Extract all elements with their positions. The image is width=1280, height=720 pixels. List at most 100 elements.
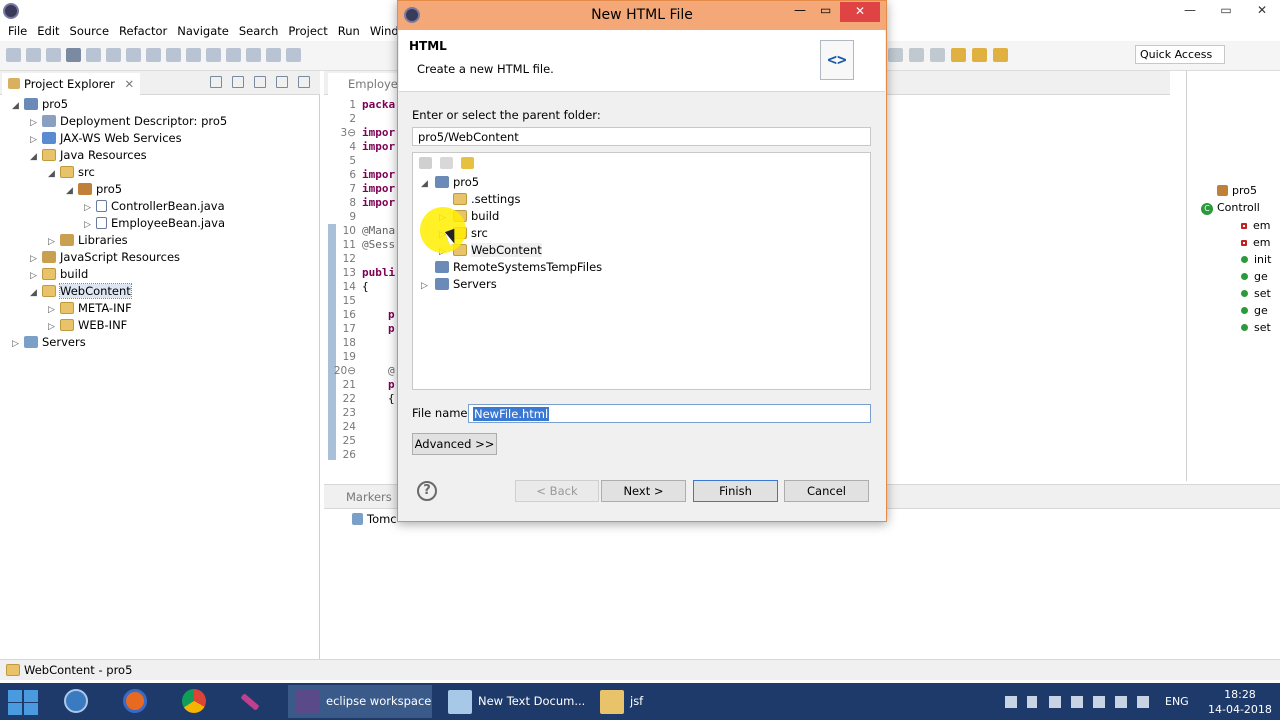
project-explorer-tab[interactable]: Project Explorer ✕ [2,73,141,95]
collapse-all-icon[interactable] [210,76,222,88]
tree-item-controllerbean[interactable]: ▷ ControllerBean.java [84,198,225,215]
link-editor-icon[interactable] [232,76,244,88]
dialog-title-bar[interactable]: New HTML File — ▭ ✕ [398,1,886,30]
language-indicator[interactable]: ENG [1165,695,1189,708]
menu-refactor[interactable]: Refactor [115,22,173,41]
expanded-twisty-icon[interactable]: ◢ [30,285,42,302]
tree-item-src[interactable]: ◢ src [48,164,95,181]
next-annotation-icon[interactable] [930,48,945,62]
home-icon[interactable] [419,157,432,169]
step-into-icon[interactable] [186,48,201,62]
network-icon[interactable] [1049,696,1061,708]
outline-item-class[interactable]: C Controll [1201,201,1260,215]
resume-icon[interactable] [126,48,141,62]
close-button[interactable]: ✕ [1244,0,1280,22]
file-name-input[interactable]: NewFile.html [468,404,871,423]
menu-project[interactable]: Project [284,22,333,41]
menu-edit[interactable]: Edit [33,22,65,41]
taskbar-pin-screenshot[interactable] [56,685,96,718]
view-menu-icon[interactable] [254,76,266,88]
save-all-icon[interactable] [46,48,61,62]
finish-button[interactable]: Finish [693,480,778,502]
outline-item-field[interactable]: em [1241,219,1270,232]
pin-icon[interactable] [909,48,924,62]
quick-access-field[interactable]: Quick Access [1135,45,1225,64]
back-icon[interactable] [972,48,987,62]
next-button[interactable]: Next > [601,480,686,502]
new-icon[interactable] [6,48,21,62]
minimize-button[interactable]: — [1172,0,1208,22]
collapsed-twisty-icon[interactable]: ▷ [421,278,435,295]
menu-source[interactable]: Source [66,22,116,41]
expanded-twisty-icon[interactable]: ◢ [66,183,78,200]
outline-item-method[interactable]: set [1241,287,1271,300]
dialog-close-button[interactable]: ✕ [840,2,880,22]
expanded-twisty-icon[interactable]: ◢ [48,166,60,183]
menu-file[interactable]: File [4,22,33,41]
tree-item-servers[interactable]: ▷ Servers [421,276,497,293]
expanded-twisty-icon[interactable]: ◢ [12,98,24,115]
menu-search[interactable]: Search [235,22,285,41]
outline-item-method[interactable]: ge [1241,304,1268,317]
tree-item-settings[interactable]: .settings [439,191,521,208]
minimize-icon[interactable] [276,76,288,88]
forward-arrow-icon[interactable] [461,157,474,169]
debug-icon[interactable] [66,48,81,62]
outline-item-method[interactable]: ge [1241,270,1268,283]
folder-tree[interactable]: ◢pro5 .settings ▷build ▷src ▷WebContent … [412,152,871,390]
help-icon[interactable]: ? [417,481,437,501]
taskbar-pin-tool[interactable] [232,685,272,718]
collapsed-twisty-icon[interactable]: ▷ [12,336,24,353]
last-edit-icon[interactable] [951,48,966,62]
taskbar-pin-firefox[interactable] [115,685,155,718]
expanded-twisty-icon[interactable]: ◢ [421,176,435,193]
tree-item-meta-inf[interactable]: ▷ META-INF [48,300,132,317]
tree-item-webcontent[interactable]: ◢ WebContent [30,283,132,302]
tree-item-javascript-resources[interactable]: ▷ JavaScript Resources [30,249,180,266]
cancel-button[interactable]: Cancel [784,480,869,502]
bluetooth-icon[interactable] [1027,696,1037,708]
skip-breakpoints-icon[interactable] [106,48,121,62]
tree-item-libraries[interactable]: ▷ Libraries [48,232,128,249]
menu-run[interactable]: Run [334,22,366,41]
tree-item-remote-systems[interactable]: RemoteSystemsTempFiles [421,259,602,276]
signal-icon[interactable] [1093,696,1105,708]
tree-item-jaxws[interactable]: ▷ JAX-WS Web Services [30,130,182,147]
outline-item-package[interactable]: pro5 [1217,184,1257,197]
drop-frame-icon[interactable] [246,48,261,62]
suspend-icon[interactable] [146,48,161,62]
menu-navigate[interactable]: Navigate [173,22,235,41]
display-icon[interactable] [1115,696,1127,708]
server-icon[interactable] [86,48,101,62]
outline-item-method[interactable]: init [1241,253,1271,266]
volume-muted-icon[interactable] [1137,696,1149,708]
outline-item-method[interactable]: set [1241,321,1271,334]
maximize-icon[interactable] [298,76,310,88]
expanded-twisty-icon[interactable]: ◢ [30,149,42,166]
taskbar-pin-chrome[interactable] [174,685,214,718]
save-icon[interactable] [26,48,41,62]
task-notepad[interactable]: New Text Docum... [440,685,584,718]
use-step-filters-icon[interactable] [266,48,281,62]
tree-item-servers[interactable]: ▷ Servers [12,334,86,351]
close-icon[interactable]: ✕ [125,77,135,91]
battery-icon[interactable] [1071,696,1083,708]
tree-item-build[interactable]: ▷build [30,266,88,283]
terminate-icon[interactable] [166,48,181,62]
markers-row[interactable]: Tomc [352,512,397,526]
task-jsf-folder[interactable]: jsf [592,685,712,718]
markers-tab[interactable]: Markers [328,490,392,504]
start-button[interactable] [6,689,38,715]
back-arrow-icon[interactable] [440,157,453,169]
step-over-icon[interactable] [206,48,221,62]
tree-item-employeebean[interactable]: ▷ EmployeeBean.java [84,215,225,232]
tree-item-pro5[interactable]: ◢ pro5 [12,96,68,113]
tree-item-deployment-descriptor[interactable]: ▷ Deployment Descriptor: pro5 [30,113,227,130]
task-eclipse[interactable]: eclipse workspace... [288,685,432,718]
tree-item-java-resources[interactable]: ◢ Java Resources [30,147,147,164]
clock[interactable]: 18:28 14-04-2018 [1208,687,1272,717]
tree-item-package-pro5[interactable]: ◢ pro5 [66,181,122,198]
back-button[interactable]: < Back [515,480,599,502]
step-return-icon[interactable] [226,48,241,62]
dialog-maximize-button[interactable]: ▭ [820,3,831,17]
